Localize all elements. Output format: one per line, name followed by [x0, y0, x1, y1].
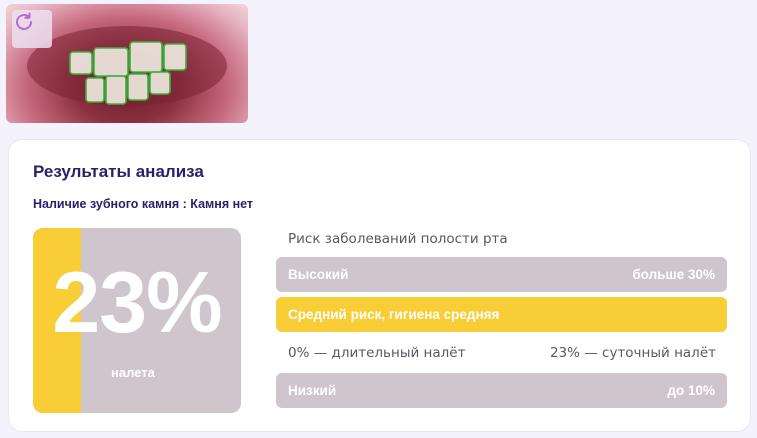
results-title: Результаты анализа	[33, 162, 204, 181]
scale-right-label: 23% — суточный налёт	[549, 345, 716, 361]
plaque-caption: налета	[111, 365, 155, 380]
risk-low-threshold: до 10%	[667, 383, 715, 398]
teeth-photo	[6, 4, 248, 123]
risk-bar-low: Низкий до 10%	[276, 373, 727, 408]
analysis-results-card: Результаты анализа Наличие зубного камня…	[8, 139, 751, 432]
risk-heading: Риск заболеваний полости рта	[288, 231, 508, 247]
risk-bar-current: Средний риск, гигиена средняя	[276, 297, 727, 332]
risk-low-label: Низкий	[288, 383, 337, 398]
tartar-status: Наличие зубного камня : Камня нет	[33, 197, 254, 211]
refresh-button[interactable]	[12, 10, 52, 48]
risk-current-label: Средний риск, гигиена средняя	[288, 307, 500, 322]
plaque-percentage: 23%	[52, 255, 222, 351]
risk-high-label: Высокий	[288, 267, 349, 282]
risk-bar-high: Высокий больше 30%	[276, 257, 727, 292]
plaque-gauge: 23% налета	[33, 228, 241, 413]
risk-high-threshold: больше 30%	[632, 267, 715, 282]
plaque-scale: 0% — длительный налёт 23% — суточный нал…	[288, 345, 716, 361]
scale-left-label: 0% — длительный налёт	[288, 345, 466, 361]
